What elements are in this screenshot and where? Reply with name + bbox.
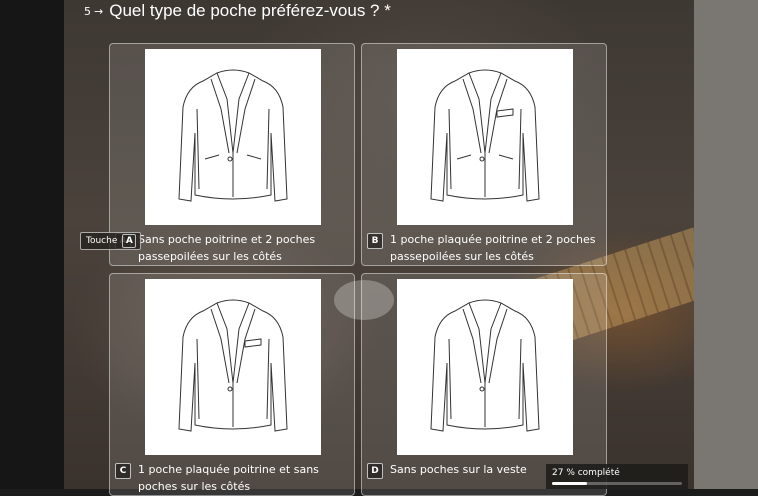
option-label: Sans poche poitrine et 2 poches passepoi… — [138, 233, 316, 263]
jacket-no-pockets-icon — [397, 279, 573, 455]
progress-fill — [552, 482, 588, 485]
option-label: 1 poche plaquée poitrine et sans poches … — [138, 463, 319, 493]
key-hint-key: A — [122, 234, 137, 248]
progress-track — [552, 482, 682, 485]
option-key-badge: C — [115, 463, 131, 479]
key-hint-label: Touche — [86, 236, 118, 246]
question-number: 5 — [84, 4, 91, 18]
right-margin — [694, 0, 758, 489]
left-margin — [0, 0, 64, 489]
option-label: 1 poche plaquée poitrine et 2 poches pas… — [390, 233, 596, 263]
jacket-chest-and-side-pockets-icon — [397, 49, 573, 225]
option-card-a[interactable]: A Sans poche poitrine et 2 poches passep… — [109, 43, 355, 266]
option-card-d[interactable]: D Sans poches sur la veste — [361, 273, 607, 496]
option-key-badge: D — [367, 463, 383, 479]
arrow-right-icon: → — [94, 4, 104, 18]
option-key-badge: B — [367, 233, 383, 249]
option-card-b[interactable]: B 1 poche plaquée poitrine et 2 poches p… — [361, 43, 607, 266]
progress-text: 27 % complété — [552, 468, 620, 478]
jacket-no-chest-pocket-icon — [145, 49, 321, 225]
question-header: 5 → Quel type de poche préférez-vous ? * — [84, 0, 391, 22]
question-text: Quel type de poche préférez-vous ? * — [109, 1, 391, 20]
key-hint-tooltip: Touche A — [80, 232, 142, 250]
jacket-chest-pocket-only-icon — [145, 279, 321, 455]
progress-indicator: 27 % complété — [546, 464, 688, 489]
option-card-c[interactable]: C 1 poche plaquée poitrine et sans poche… — [109, 273, 355, 496]
